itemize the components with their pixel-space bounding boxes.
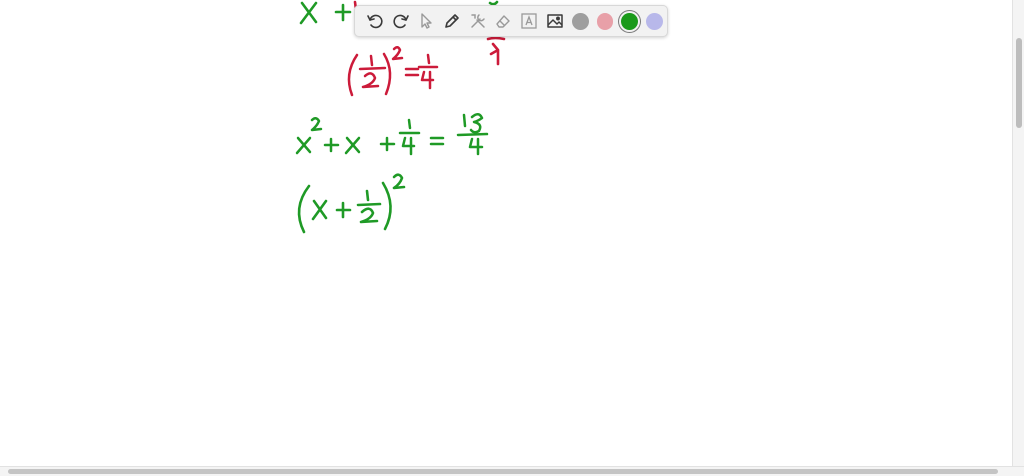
whiteboard-canvas[interactable] [0, 0, 1012, 466]
redo-icon [393, 14, 409, 29]
undo-icon [367, 14, 383, 29]
text-button[interactable] [516, 8, 542, 34]
pen-button[interactable] [439, 8, 465, 34]
text-box-icon [521, 13, 537, 29]
color-swatch-pink[interactable] [596, 12, 614, 30]
image-icon [547, 14, 563, 28]
horizontal-scrollbar-thumb[interactable] [8, 469, 998, 474]
redo-button[interactable] [388, 8, 414, 34]
undo-button[interactable] [362, 8, 388, 34]
color-swatch-gray[interactable] [571, 12, 589, 30]
color-swatch-lavender[interactable] [646, 12, 663, 30]
tools-icon [470, 14, 485, 28]
drawing-toolbar [354, 5, 668, 37]
ink-green-x-top [299, 1, 318, 25]
eraser-icon [496, 15, 511, 28]
pen-icon [445, 14, 459, 28]
vertical-scrollbar-thumb[interactable] [1016, 38, 1022, 128]
select-button[interactable] [413, 8, 439, 34]
handwritten-equation-completed [295, 113, 489, 156]
ink-red-fraction-top [486, 36, 506, 66]
ink-green-mark-top [488, 0, 499, 6]
handwritten-binomial-squared [297, 173, 406, 234]
eraser-button[interactable] [491, 8, 517, 34]
horizontal-scrollbar[interactable] [0, 466, 1024, 476]
ink-green-plus-top [334, 3, 352, 22]
handwritten-half-squared [347, 46, 439, 97]
vertical-scrollbar[interactable] [1012, 0, 1024, 466]
image-button[interactable] [542, 8, 568, 34]
select-pointer-icon [421, 13, 432, 29]
color-swatch-green[interactable] [621, 12, 639, 30]
tools-button[interactable] [465, 8, 491, 34]
